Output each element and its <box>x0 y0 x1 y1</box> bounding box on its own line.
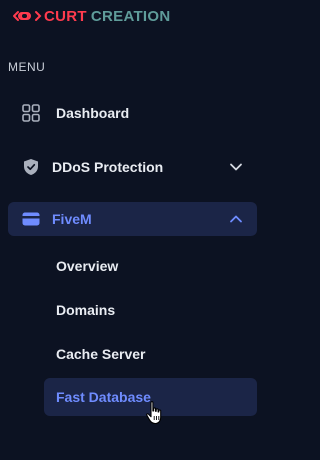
brand-word-1: CURT <box>44 7 87 25</box>
submenu-item-label: Cache Server <box>56 346 146 362</box>
brand-word-2: CREATION <box>90 7 171 25</box>
sidebar-item-ddos-protection[interactable]: DDoS Protection <box>8 150 257 184</box>
sidebar-item-label: DDoS Protection <box>52 159 164 175</box>
link-icon <box>13 11 42 21</box>
shield-icon <box>22 158 40 176</box>
submenu-item-label: Fast Database <box>56 389 151 405</box>
submenu-item-label: Overview <box>56 258 119 274</box>
hand-cursor-icon <box>146 401 162 425</box>
menu-section-label: MENU <box>8 60 46 74</box>
submenu-item-label: Domains <box>56 302 116 318</box>
sidebar-item-label: FiveM <box>52 211 92 227</box>
sidebar-item-dashboard[interactable]: Dashboard <box>8 96 257 130</box>
chevron-up-icon <box>230 215 242 223</box>
submenu-item-overview[interactable]: Overview <box>44 247 257 285</box>
card-icon <box>22 210 40 228</box>
sidebar-item-fivem[interactable]: FiveM <box>8 202 257 236</box>
chevron-down-icon <box>230 163 242 171</box>
brand-name: CURT CREATION <box>44 8 171 25</box>
submenu-item-cache-server[interactable]: Cache Server <box>44 335 257 373</box>
submenu-item-domains[interactable]: Domains <box>44 291 257 329</box>
brand-logo[interactable]: CURT CREATION <box>10 6 171 26</box>
sidebar-item-label: Dashboard <box>56 105 130 121</box>
grid-icon <box>22 104 40 122</box>
